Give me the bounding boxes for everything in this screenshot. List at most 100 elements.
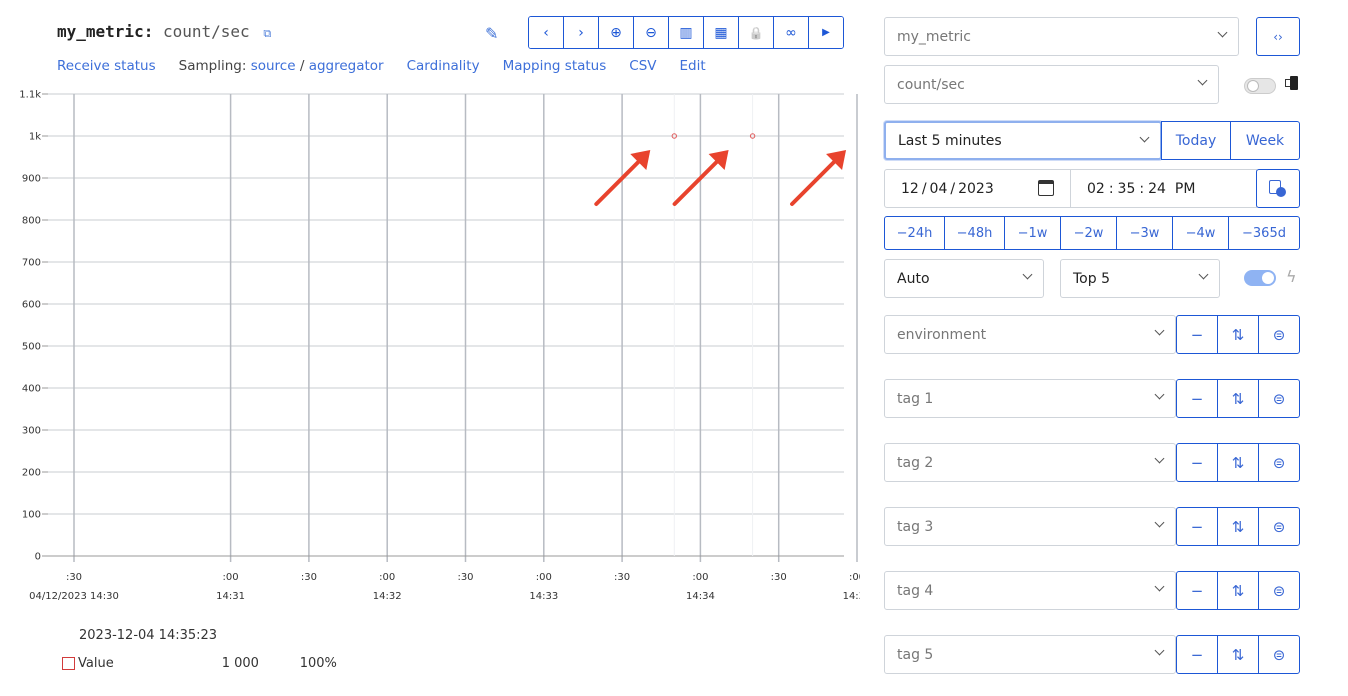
now-button[interactable] [1256, 169, 1300, 208]
zoom-out-button[interactable]: ⊖ [634, 17, 669, 48]
shift-365d-button[interactable]: −365d [1229, 217, 1299, 249]
x-tick-date-label: 14:32 [373, 591, 402, 602]
tag-group-button[interactable]: ⊜ [1259, 572, 1299, 609]
tag-select[interactable]: environment [884, 315, 1176, 354]
tag-group-button[interactable]: ⊜ [1259, 316, 1299, 353]
sampling-aggregator-link[interactable]: aggregator [309, 58, 384, 74]
shift-1w-button[interactable]: −1w [1005, 217, 1061, 249]
date-input[interactable]: 12 / 04 / 2023 [884, 169, 1071, 208]
annotation-arrow-shaft [594, 154, 647, 206]
time-separator: : [1108, 180, 1114, 197]
tag-select-value: tag 2 [897, 454, 934, 471]
shift-3w-button[interactable]: −3w [1117, 217, 1173, 249]
shift-48h-button[interactable]: −48h [945, 217, 1005, 249]
week-button[interactable]: Week [1230, 121, 1300, 160]
live-toggle[interactable] [1244, 270, 1276, 286]
tag-sort-button[interactable]: ⇅ [1218, 636, 1259, 673]
sampling-source-link[interactable]: source [251, 58, 296, 74]
x-tick-label: :00 [849, 572, 860, 583]
tag-select[interactable]: tag 5 [884, 635, 1176, 674]
group-icon: ⊜ [1272, 581, 1286, 600]
time-range-value: Last 5 minutes [898, 132, 1002, 149]
tag-sort-button[interactable]: ⇅ [1218, 380, 1259, 417]
unit-select-value: count/sec [897, 76, 965, 93]
prev-period-button[interactable]: ‹ [529, 17, 564, 48]
tag-negate-button[interactable]: − [1177, 444, 1218, 481]
time-range-select[interactable]: Last 5 minutes [884, 121, 1162, 160]
receive-status-link[interactable]: Receive status [57, 58, 156, 74]
top-n-select[interactable]: Top 5 [1060, 259, 1220, 298]
chevron-down-icon [1199, 271, 1209, 281]
code-icon: ‹› [1273, 29, 1283, 44]
tag-row-5: tag 5 − ⇅ ⊜ [884, 635, 1300, 674]
metric-unit: count/sec [162, 22, 250, 41]
table-icon: ▦ [714, 24, 728, 41]
tag-negate-button[interactable]: − [1177, 316, 1218, 353]
tag-row-3: tag 3 − ⇅ ⊜ [884, 507, 1300, 546]
link-icon: ∞ [785, 24, 797, 41]
link-button[interactable]: ∞ [774, 17, 809, 48]
external-link-icon[interactable]: ⧉ [263, 27, 271, 40]
tag-select[interactable]: tag 2 [884, 443, 1176, 482]
tag-select-value: tag 5 [897, 646, 934, 663]
tag-sort-button[interactable]: ⇅ [1218, 444, 1259, 481]
tag-sort-button[interactable]: ⇅ [1218, 316, 1259, 353]
tag-negate-button[interactable]: − [1177, 508, 1218, 545]
tag-actions: − ⇅ ⊜ [1176, 571, 1300, 610]
resolution-select[interactable]: Auto [884, 259, 1044, 298]
code-view-button[interactable]: ‹› [1256, 17, 1300, 56]
lock-button[interactable]: 🔒 [739, 17, 774, 48]
table-button[interactable]: ▦ [704, 17, 739, 48]
next-period-button[interactable]: › [564, 17, 599, 48]
x-tick-label: :00 [223, 572, 239, 583]
chart-toolbar: ‹ › ⊕ ⊖ ▥ ▦ 🔒 ∞ ▶ [528, 16, 844, 49]
today-button[interactable]: Today [1161, 121, 1231, 160]
tag-sort-button[interactable]: ⇅ [1218, 572, 1259, 609]
columns-button[interactable]: ▥ [669, 17, 704, 48]
tag-select[interactable]: tag 1 [884, 379, 1176, 418]
tag-group-button[interactable]: ⊜ [1259, 380, 1299, 417]
x-tick-date-label: 04/12/2023 14:30 [29, 591, 119, 602]
zoom-in-button[interactable]: ⊕ [599, 17, 634, 48]
unit-toggle[interactable] [1244, 78, 1276, 94]
calendar-icon[interactable] [1038, 180, 1054, 196]
tag-select-value: environment [897, 326, 987, 343]
tag-select[interactable]: tag 3 [884, 507, 1176, 546]
shift-2w-button[interactable]: −2w [1061, 217, 1117, 249]
edit-link[interactable]: Edit [680, 58, 706, 74]
tag-row-1: tag 1 − ⇅ ⊜ [884, 379, 1300, 418]
pencil-icon[interactable]: ✎ [485, 24, 498, 43]
toggle-knob [1262, 272, 1274, 284]
shift-4w-button[interactable]: −4w [1173, 217, 1229, 249]
x-tick-label: :00 [692, 572, 708, 583]
mapping-status-link[interactable]: Mapping status [503, 58, 607, 74]
cardinality-link[interactable]: Cardinality [407, 58, 480, 74]
metric-chart[interactable]: 0 100 200 300 400 500 600 700 800 900 1k 1.1k:30 04/… [0, 84, 860, 614]
tag-negate-button[interactable]: − [1177, 636, 1218, 673]
tag-sort-button[interactable]: ⇅ [1218, 508, 1259, 545]
tag-group-button[interactable]: ⊜ [1259, 508, 1299, 545]
tag-row-4: tag 4 − ⇅ ⊜ [884, 571, 1300, 610]
series-swatch[interactable] [62, 657, 75, 670]
sort-icon: ⇅ [1231, 581, 1245, 600]
play-button[interactable]: ▶ [809, 17, 843, 48]
unit-select[interactable]: count/sec [884, 65, 1219, 104]
legend-row[interactable]: Value 1 000 100% [62, 656, 337, 671]
tag-select-value: tag 1 [897, 390, 934, 407]
tag-select[interactable]: tag 4 [884, 571, 1176, 610]
metric-select[interactable]: my_metric [884, 17, 1239, 56]
tag-group-button[interactable]: ⊜ [1259, 636, 1299, 673]
csv-link[interactable]: CSV [629, 58, 656, 74]
toggle-knob [1247, 80, 1259, 92]
tag-negate-button[interactable]: − [1177, 572, 1218, 609]
shift-24h-button[interactable]: −24h [885, 217, 945, 249]
lightning-icon: ϟ [1286, 267, 1297, 286]
chevron-down-icon [1155, 519, 1165, 529]
lock-icon: 🔒 [748, 25, 764, 40]
tag-negate-button[interactable]: − [1177, 380, 1218, 417]
chevron-down-icon [1155, 455, 1165, 465]
time-input[interactable]: 02 : 35 : 24 PM [1070, 169, 1257, 208]
minus-icon: − [1190, 389, 1204, 408]
sampling-info: Sampling: source / aggregator [179, 58, 384, 74]
tag-group-button[interactable]: ⊜ [1259, 444, 1299, 481]
